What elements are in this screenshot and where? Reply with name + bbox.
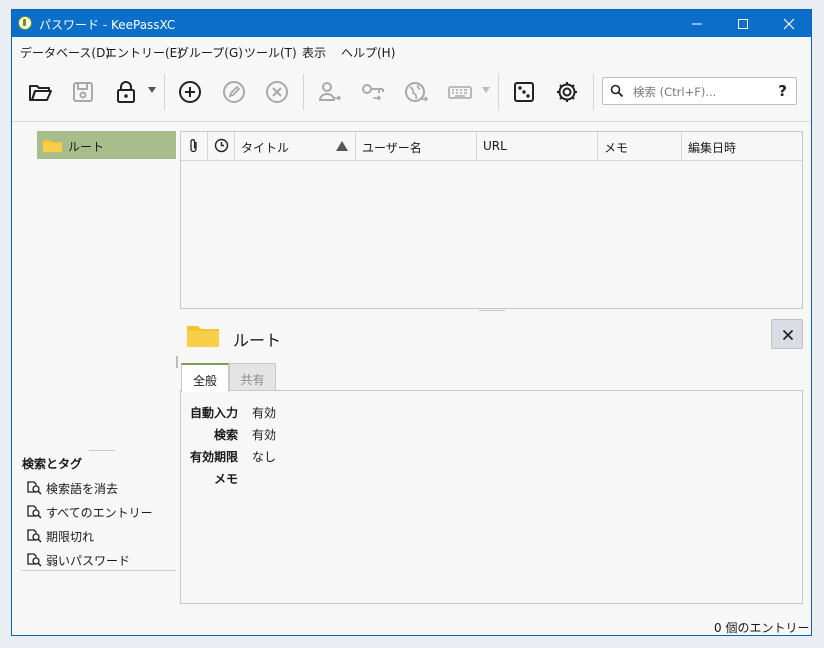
edit-entry-icon[interactable]	[220, 78, 248, 106]
column-url-label: URL	[483, 139, 507, 153]
clock-icon	[214, 138, 229, 153]
search-help-button[interactable]: ?	[778, 82, 787, 100]
splitter-handle[interactable]	[176, 356, 178, 368]
toolbar-separator	[498, 74, 499, 110]
folder-icon	[43, 140, 62, 152]
prop-expiry-key: 有効期限	[189, 450, 238, 464]
autotype-keyboard-icon[interactable]	[446, 78, 474, 106]
search-input[interactable]	[631, 81, 765, 103]
minimize-button[interactable]	[674, 10, 720, 37]
tab-sharing[interactable]: 共有	[229, 363, 276, 391]
search-tag-icon	[27, 481, 42, 495]
divider	[21, 570, 176, 571]
close-icon	[782, 329, 794, 341]
column-modified-label: 編集日時	[688, 141, 737, 155]
tag-item-label: 検索語を消去	[46, 482, 119, 496]
paperclip-icon	[190, 139, 197, 153]
close-preview-button[interactable]	[771, 319, 803, 349]
tag-item-label: 期限切れ	[46, 530, 95, 544]
menu-group[interactable]: グループ(G)	[177, 44, 243, 61]
search-tag-icon	[27, 553, 42, 567]
prop-autotype-key: 自動入力	[189, 406, 238, 420]
sort-ascending-icon	[336, 141, 348, 151]
toolbar-separator	[593, 74, 594, 110]
prop-expiry-value: なし	[252, 450, 277, 464]
column-title-label: タイトル	[241, 141, 290, 155]
open-url-icon[interactable]	[402, 78, 430, 106]
autotype-dropdown-chevron-icon[interactable]	[482, 87, 490, 93]
delete-entry-icon[interactable]	[263, 78, 291, 106]
tag-item-label: すべてのエントリー	[46, 506, 153, 520]
splitter-handle[interactable]	[89, 450, 115, 451]
lock-dropdown-chevron-icon[interactable]	[148, 87, 156, 93]
copy-password-icon[interactable]	[359, 78, 387, 106]
menu-view[interactable]: 表示	[302, 44, 326, 61]
search-tag-icon	[27, 529, 42, 543]
folder-icon	[187, 326, 219, 347]
splitter-handle[interactable]	[479, 310, 505, 311]
toolbar-separator	[303, 74, 304, 110]
tags-heading: 検索とタグ	[22, 457, 83, 471]
column-modified[interactable]: 編集日時	[682, 132, 802, 160]
copy-username-icon[interactable]	[315, 78, 343, 106]
lock-icon[interactable]	[112, 78, 140, 106]
settings-gear-icon[interactable]	[553, 78, 581, 106]
tag-item-label: 弱いパスワード	[46, 554, 131, 568]
prop-notes-key: メモ	[213, 472, 238, 486]
tab-general-label: 全般	[192, 374, 217, 388]
toolbar: ?	[12, 63, 811, 122]
column-expiry[interactable]	[208, 132, 235, 160]
password-generator-dice-icon[interactable]	[510, 78, 538, 106]
column-username[interactable]: ユーザー名	[356, 132, 477, 160]
prop-autotype-value: 有効	[252, 406, 277, 420]
menu-help[interactable]: ヘルプ(H)	[341, 44, 395, 61]
table-header: タイトル ユーザー名 URL メモ 編集日時	[181, 132, 802, 161]
prop-search-value: 有効	[252, 428, 277, 442]
title-bar: パスワード - KeePassXC	[12, 10, 811, 37]
save-icon[interactable]	[69, 78, 97, 106]
tree-item-label: ルート	[68, 140, 105, 154]
open-folder-icon[interactable]	[26, 78, 54, 106]
column-notes[interactable]: メモ	[598, 132, 682, 160]
entry-table[interactable]: タイトル ユーザー名 URL メモ 編集日時	[180, 131, 803, 309]
menu-database[interactable]: データベース(D)	[20, 44, 110, 61]
column-title[interactable]: タイトル	[235, 132, 356, 160]
search-icon	[610, 84, 624, 98]
window-title: パスワード - KeePassXC	[39, 18, 176, 32]
tree-item-root[interactable]: ルート	[37, 131, 176, 159]
prop-search-key: 検索	[213, 428, 238, 442]
menu-entry[interactable]: エントリー(E)	[105, 44, 182, 61]
toolbar-separator	[164, 74, 165, 110]
preview-group-title: ルート	[233, 331, 282, 350]
add-entry-icon[interactable]	[176, 78, 204, 106]
tab-sharing-label: 共有	[240, 373, 265, 387]
keepassxc-logo-icon	[18, 16, 32, 30]
column-attachment[interactable]	[181, 132, 208, 160]
status-entry-count: 0 個のエントリー	[714, 621, 810, 635]
menu-tools[interactable]: ツール(T)	[244, 44, 297, 61]
column-notes-label: メモ	[604, 141, 629, 155]
search-tag-icon	[27, 505, 42, 519]
menu-bar: データベース(D) エントリー(E) グループ(G) ツール(T) 表示 ヘルプ…	[12, 37, 811, 63]
maximize-button[interactable]	[720, 10, 766, 37]
close-window-button[interactable]	[766, 10, 811, 37]
column-username-label: ユーザー名	[362, 141, 422, 155]
app-window: パスワード - KeePassXC データベース(D) エントリー(E) グルー…	[11, 9, 812, 636]
tab-general[interactable]: 全般	[181, 363, 229, 392]
search-box: ?	[602, 77, 797, 105]
group-details-panel: 自動入力 有効 検索 有効 有効期限 なし メモ	[180, 390, 803, 604]
column-url[interactable]: URL	[477, 132, 598, 160]
